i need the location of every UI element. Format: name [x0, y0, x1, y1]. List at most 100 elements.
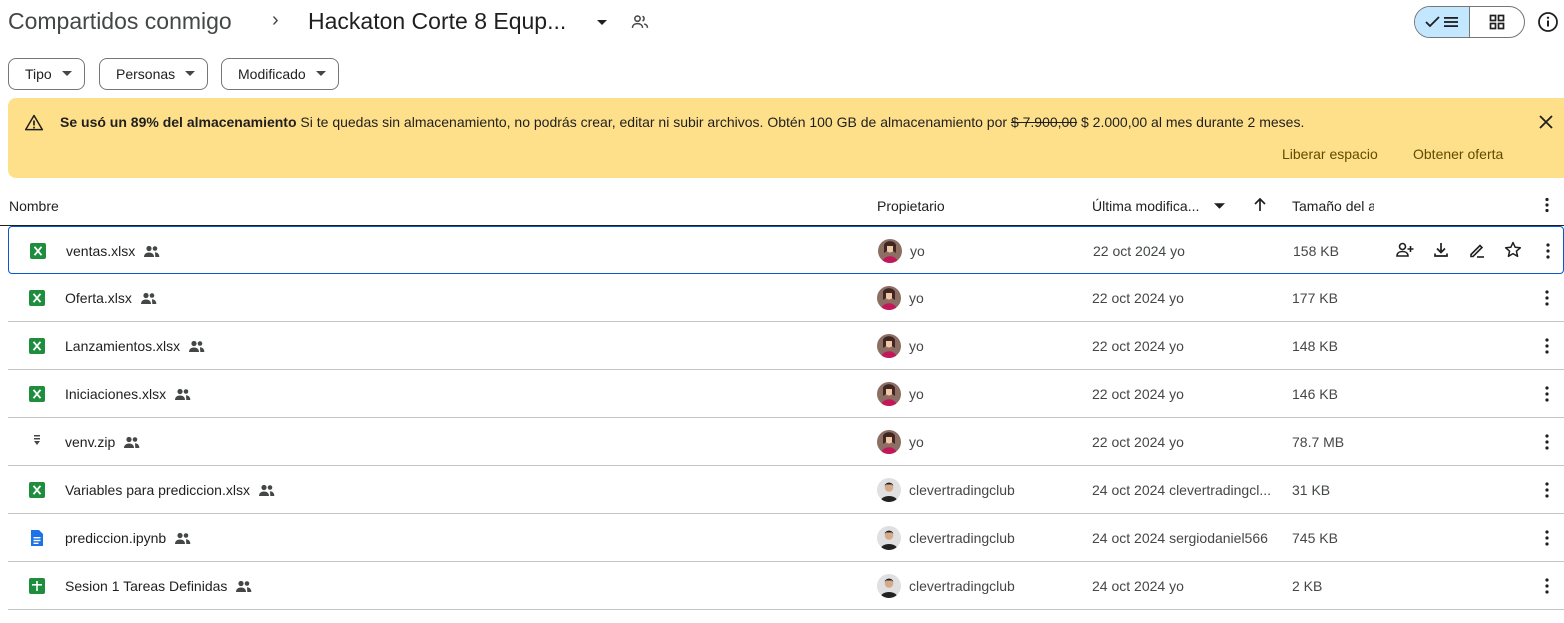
zip-icon [28, 433, 46, 451]
file-size: 148 KB [1292, 338, 1338, 354]
shared-people-icon[interactable] [630, 12, 650, 32]
table-row[interactable]: Lanzamientos.xlsx yo 22 oct 2024 yo 148 KB [8, 322, 1564, 370]
file-name-text: Variables para prediccion.xlsx [65, 482, 250, 498]
column-header-size[interactable]: Tamaño del a [1292, 198, 1374, 214]
file-size: 158 KB [1293, 243, 1339, 259]
owner-name: yo [909, 338, 924, 354]
modified-by: yo [1169, 386, 1184, 402]
avatar-yo [877, 382, 901, 406]
sheets-icon [28, 577, 46, 595]
sort-arrow-up-icon[interactable] [1252, 197, 1268, 213]
table-row[interactable]: Oferta.xlsx yo 22 oct 2024 yo 177 KB [8, 274, 1564, 322]
avatar-clever [877, 574, 901, 598]
table-row[interactable]: Variables para prediccion.xlsx clevertrad… [8, 466, 1564, 514]
caret-down-icon[interactable] [594, 14, 610, 30]
star-icon[interactable] [1503, 240, 1523, 260]
more-vert-icon[interactable] [1538, 432, 1556, 452]
modified-date: 24 oct 2024 sergiodaniel566 [1092, 530, 1268, 546]
file-size: 745 KB [1292, 530, 1338, 546]
share-add-person-icon[interactable] [1395, 240, 1415, 260]
caret-down-icon[interactable] [1214, 203, 1225, 210]
excel-icon [28, 289, 46, 307]
file-size: 78.7 MB [1292, 434, 1345, 450]
breadcrumb-root[interactable]: Compartidos conmigo [8, 8, 232, 35]
get-offer-link[interactable]: Obtener oferta [1413, 146, 1503, 162]
file-name[interactable]: prediccion.ipynb [65, 530, 191, 546]
file-name[interactable]: Iniciaciones.xlsx [65, 386, 191, 402]
table-row[interactable]: venv.zip yo 22 oct 2024 yo 78.7 MB [8, 418, 1564, 466]
caret-down-icon [315, 71, 326, 76]
info-icon[interactable] [1536, 10, 1560, 34]
filter-people-chip[interactable]: Personas [99, 58, 209, 90]
owner-name: clevertradingclub [909, 482, 1015, 498]
breadcrumb-separator: › [272, 9, 279, 31]
shared-icon [189, 340, 205, 352]
modified-by: clevertradingcl... [1169, 482, 1271, 498]
avatar-yo [877, 286, 901, 310]
table-row[interactable]: Iniciaciones.xlsx yo 22 oct 2024 yo 146 KB [8, 370, 1564, 418]
excel-icon [29, 242, 47, 260]
more-vert-icon[interactable] [1538, 480, 1556, 500]
file-size: 31 KB [1292, 482, 1331, 498]
more-vert-icon[interactable] [1538, 384, 1556, 404]
breadcrumb-folder[interactable]: Hackaton Corte 8 Equp... [308, 8, 566, 35]
file-name[interactable]: ventas.xlsx [66, 243, 160, 259]
list-view-button[interactable] [1415, 7, 1470, 37]
filter-type-label: Tipo [25, 66, 52, 82]
file-name[interactable]: venv.zip [65, 434, 140, 450]
excel-icon [28, 337, 46, 355]
file-name[interactable]: Lanzamientos.xlsx [65, 338, 205, 354]
shared-icon [144, 245, 160, 257]
more-vert-icon[interactable] [1538, 336, 1556, 356]
file-name-text: ventas.xlsx [66, 243, 136, 259]
more-vert-icon[interactable] [1538, 576, 1556, 596]
free-space-link[interactable]: Liberar espacio [1282, 146, 1378, 162]
modified-date-text: 22 oct 2024 [1093, 243, 1167, 259]
column-header-owner[interactable]: Propietario [877, 198, 945, 214]
file-name[interactable]: Oferta.xlsx [65, 290, 157, 306]
file-name[interactable]: Sesion 1 Tareas Definidas [65, 578, 252, 594]
file-size: 177 KB [1292, 290, 1338, 306]
list-icon [1443, 17, 1458, 27]
more-vert-icon[interactable] [1538, 196, 1556, 214]
file-size: 2 KB [1292, 578, 1323, 594]
modified-by: yo [1169, 434, 1184, 450]
avatar-clever [877, 526, 901, 550]
more-vert-icon[interactable] [1538, 528, 1556, 548]
grid-view-button[interactable] [1470, 7, 1525, 37]
filter-modified-chip[interactable]: Modificado [221, 58, 339, 90]
owner-name: yo [909, 434, 924, 450]
modified-date-text: 22 oct 2024 [1092, 386, 1166, 402]
view-toggle [1414, 6, 1525, 38]
banner-new-price: $ 2.000,00 al mes durante 2 meses. [1077, 114, 1305, 130]
column-header-name[interactable]: Nombre [9, 198, 59, 214]
modified-by: sergiodaniel566 [1169, 530, 1268, 546]
modified-date: 24 oct 2024 clevertradingcl... [1092, 482, 1271, 498]
file-size: 146 KB [1292, 386, 1338, 402]
filter-type-chip[interactable]: Tipo [8, 58, 85, 90]
more-vert-icon[interactable] [1538, 288, 1556, 308]
more-vert-icon[interactable] [1539, 241, 1557, 261]
owner-name: yo [910, 243, 925, 259]
excel-icon [28, 385, 46, 403]
shared-icon [175, 388, 191, 400]
storage-warning-banner: Se usó un 89% del almacenamiento Si te q… [8, 98, 1564, 178]
modified-date: 22 oct 2024 yo [1092, 290, 1184, 306]
rename-pencil-icon[interactable] [1467, 240, 1487, 260]
modified-by: yo [1170, 243, 1185, 259]
filter-modified-label: Modificado [238, 66, 306, 82]
shared-icon [175, 532, 191, 544]
close-icon[interactable] [1536, 112, 1556, 132]
table-row[interactable]: Sesion 1 Tareas Definidas clevertradingcl… [8, 562, 1564, 610]
column-header-modified[interactable]: Última modifica... [1092, 198, 1199, 214]
file-name[interactable]: Variables para prediccion.xlsx [65, 482, 275, 498]
owner-name: clevertradingclub [909, 530, 1015, 546]
file-name-text: Sesion 1 Tareas Definidas [65, 578, 228, 594]
avatar-yo [878, 239, 902, 263]
avatar-yo [877, 334, 901, 358]
table-row[interactable]: prediccion.ipynb clevertradingclub 24 oct … [8, 514, 1564, 562]
download-icon[interactable] [1431, 240, 1451, 260]
table-row[interactable]: ventas.xlsx yo 22 oct 2024 yo 158 KB [8, 226, 1564, 274]
doc-icon [28, 529, 46, 547]
owner-name: clevertradingclub [909, 578, 1015, 594]
